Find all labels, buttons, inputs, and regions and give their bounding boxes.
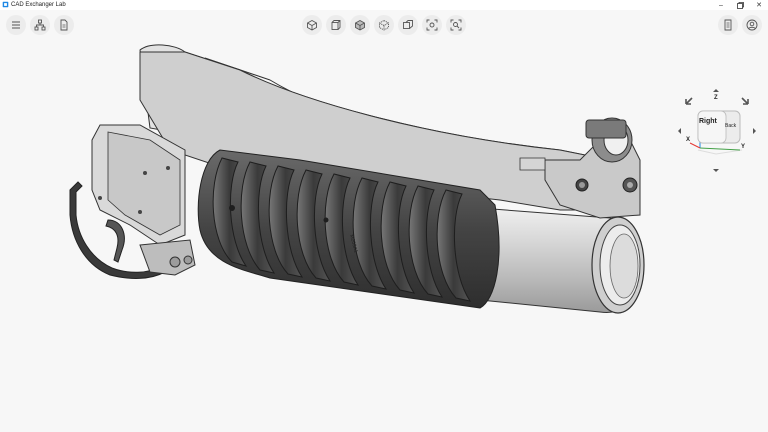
close-button[interactable]: ✕ [750,0,768,10]
menu-icon [12,21,20,29]
document-icon [60,19,68,31]
wireframe-view-button[interactable] [374,15,394,35]
front-view-button[interactable] [326,15,346,35]
cube-face-right[interactable]: Right [699,118,717,125]
minimize-icon: – [719,1,723,9]
menu-button[interactable] [6,15,26,35]
properties-icon [724,19,732,31]
title-bar: CAD Exchanger Lab – ✕ [0,0,768,10]
3d-viewport[interactable]: M203A1 Right Back Z X Y [0,40,768,432]
close-icon: ✕ [756,2,762,9]
rotate-up-icon [713,89,719,92]
minimize-button[interactable]: – [712,0,730,10]
app-logo-icon [2,1,9,8]
y-axis-label: Y [741,144,746,150]
isometric-view-button[interactable] [302,15,322,35]
rotate-right-icon [753,128,756,134]
toolbar [0,10,768,40]
x-axis-label: X [686,137,691,143]
structure-icon [34,19,46,31]
roll-right-icon [741,97,749,105]
maximize-icon [736,1,744,9]
properties-button[interactable] [718,15,738,35]
z-axis-label: Z [714,95,718,101]
window-title: CAD Exchanger Lab [11,2,66,8]
structure-button[interactable] [30,15,50,35]
x-axis [689,142,701,149]
roll-left-icon [685,97,693,105]
fit-view-icon [426,19,438,31]
document-button[interactable] [54,15,74,35]
view-cube[interactable]: Right Back Z X Y [672,82,762,176]
rotate-left-icon [678,128,681,134]
isometric-view-icon [307,19,317,31]
zoom-selection-icon [450,19,462,31]
trigger [105,219,125,263]
maximize-button[interactable] [731,0,749,10]
grenade-launcher-model[interactable]: M203A1 [0,40,768,432]
fit-view-button[interactable] [422,15,442,35]
section-view-button[interactable] [398,15,418,35]
rotate-down-icon [713,169,719,172]
wireframe-view-icon [379,19,389,31]
shaded-view-button[interactable] [350,15,370,35]
section-view-icon [403,20,413,29]
account-icon [746,19,758,31]
shaded-view-icon [355,19,365,31]
front-view-icon [331,20,341,30]
zoom-selection-button[interactable] [446,15,466,35]
y-axis [699,147,741,151]
account-button[interactable] [742,15,762,35]
cube-face-back[interactable]: Back [725,123,736,129]
